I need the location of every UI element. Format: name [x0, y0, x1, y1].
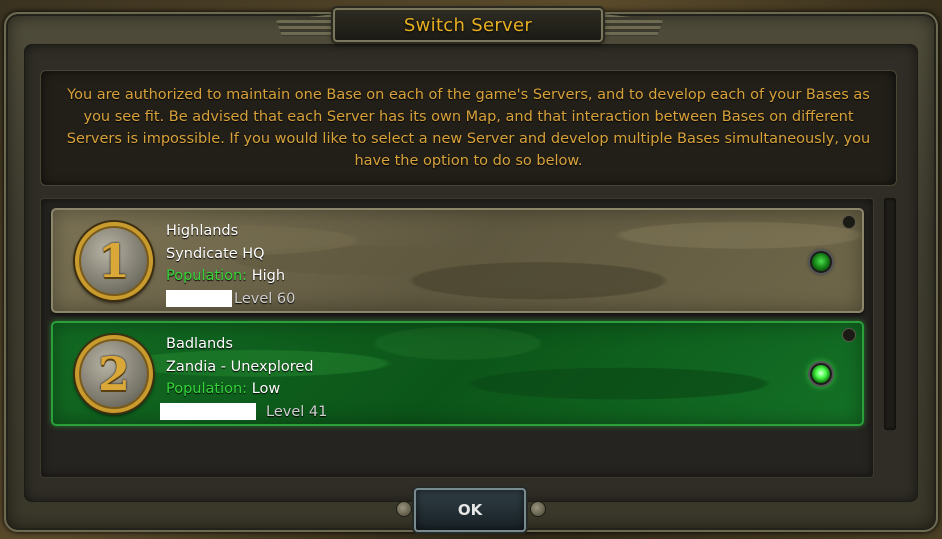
population-value: Low [251, 381, 281, 397]
population-label: Population: [166, 268, 248, 284]
ok-button-housing: OK [396, 484, 546, 534]
server-number-medal: 1 [75, 222, 153, 300]
base-name: Zandia - Unexplored [166, 358, 314, 375]
population-row: Population: High [166, 265, 295, 288]
select-server-radio-selected[interactable] [810, 363, 832, 385]
population-label: Population: [166, 381, 248, 397]
corner-indicator [842, 215, 856, 229]
server-number: 2 [97, 347, 130, 401]
dialog-title: Switch Server [403, 14, 533, 36]
title-bar: Switch Server [333, 8, 603, 42]
server-number: 1 [97, 234, 130, 288]
scrollbar[interactable] [884, 198, 896, 430]
level-row: Level 41 [160, 401, 328, 424]
redacted-name [160, 403, 256, 420]
select-server-radio[interactable] [810, 251, 832, 273]
description-text: You are authorized to maintain one Base … [66, 87, 871, 169]
redacted-name [166, 290, 232, 307]
server-name: Highlands [166, 223, 239, 239]
server-name: Badlands [166, 336, 233, 352]
population-value: High [251, 268, 286, 284]
level-row: Level 60 [166, 288, 295, 311]
rivet-icon [530, 501, 546, 517]
corner-indicator [842, 328, 856, 342]
server-info: Badlands Zandia - Unexplored Population:… [160, 333, 328, 424]
server-card-badlands[interactable]: 2 Badlands Zandia - Unexplored Populatio… [51, 321, 864, 426]
rivet-icon [396, 501, 412, 517]
player-level: Level 41 [266, 403, 328, 420]
server-info: Highlands Syndicate HQ Population: High … [166, 220, 295, 310]
base-name: Syndicate HQ [166, 245, 265, 262]
ok-button[interactable]: OK [414, 488, 526, 532]
server-number-medal: 2 [75, 335, 153, 413]
server-card-highlands[interactable]: 1 Highlands Syndicate HQ Population: Hig… [51, 208, 864, 313]
population-row: Population: Low [166, 378, 327, 401]
player-level: Level 60 [234, 290, 296, 307]
description-box: You are authorized to maintain one Base … [40, 70, 897, 186]
